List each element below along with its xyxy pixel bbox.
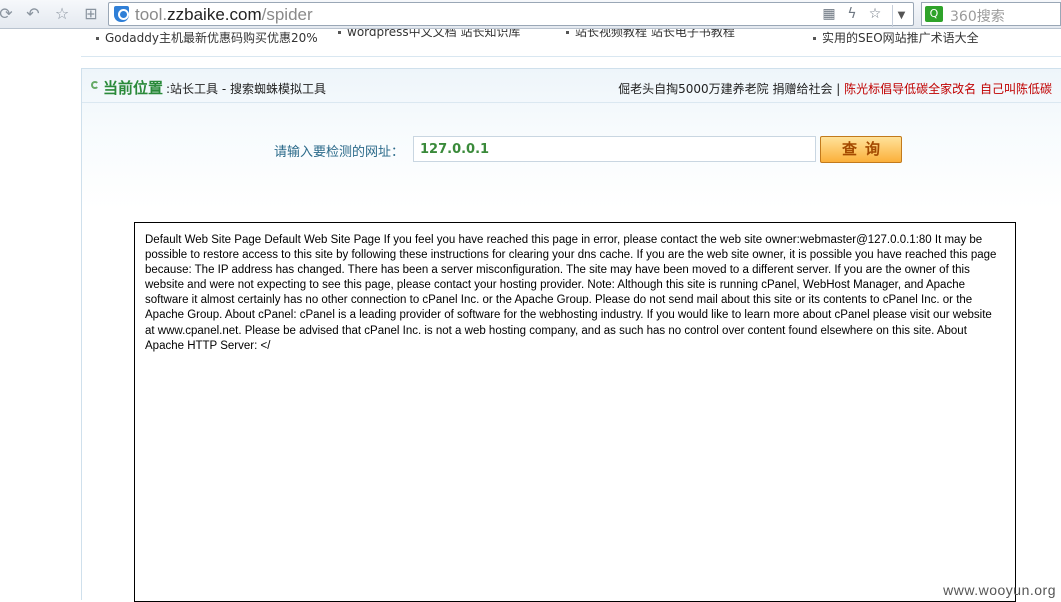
search-box[interactable]: Q 360搜索 [921, 2, 1061, 26]
chevron-down-icon[interactable]: ▼ [892, 5, 910, 27]
search-input[interactable]: 360搜索 [950, 6, 1005, 26]
left-margin [0, 29, 81, 600]
url-input[interactable] [413, 136, 816, 162]
qrcode-icon[interactable]: ▦ [820, 5, 838, 23]
top-links-row: Godaddy主机最新优惠码购买优惠20% wordpress中文文档 站长知识… [81, 29, 1061, 57]
address-bar[interactable]: tool.zzbaike.com/spider ▦ ϟ ☆ ▼ [108, 2, 914, 26]
url-text[interactable]: tool.zzbaike.com/spider [135, 5, 313, 25]
undo-icon[interactable]: ↶ [23, 4, 43, 24]
tool-panel: 当前位置 :站长工具 - 搜索蜘蛛模拟工具 倔老头自掏5000万建养老院 捐赠给… [81, 68, 1061, 600]
ad-link[interactable]: 倔老头自掏5000万建养老院 捐赠给社会 | [618, 82, 844, 96]
top-link-1[interactable]: Godaddy主机最新优惠码购买优惠20% [96, 29, 318, 46]
location-icon [91, 81, 99, 89]
grid-icon[interactable]: ⊞ [81, 4, 101, 24]
breadcrumb: 当前位置 :站长工具 - 搜索蜘蛛模拟工具 倔老头自掏5000万建养老院 捐赠给… [82, 69, 1061, 103]
top-link-4[interactable]: 实用的SEO网站推广术语大全 [813, 29, 979, 46]
url-input-label: 请输入要检测的网址： [274, 141, 404, 160]
lightning-icon[interactable]: ϟ [843, 5, 861, 23]
ad-link-red[interactable]: 陈光标倡导低碳全家改名 自己叫陈低碳 [844, 82, 1052, 96]
browser-toolbar: ⟳ ↶ ☆ ⊞ tool.zzbaike.com/spider ▦ ϟ ☆ ▼ … [0, 0, 1061, 29]
search-logo-icon: Q [925, 6, 943, 22]
refresh-icon[interactable]: ⟳ [0, 4, 16, 24]
result-box[interactable]: Default Web Site Page Default Web Site P… [134, 222, 1016, 602]
top-link-3[interactable]: 站长视频教程 站长电子书教程 [566, 29, 735, 40]
result-text: Default Web Site Page Default Web Site P… [145, 233, 1003, 354]
breadcrumb-heading: 当前位置 [103, 77, 163, 98]
breadcrumb-path[interactable]: :站长工具 - 搜索蜘蛛模拟工具 [166, 80, 326, 97]
query-button[interactable]: 查询 [820, 136, 902, 163]
star-icon[interactable]: ☆ [52, 4, 72, 24]
watermark: www.wooyun.org [943, 582, 1056, 598]
breadcrumb-ads[interactable]: 倔老头自掏5000万建养老院 捐赠给社会 | 陈光标倡导低碳全家改名 自己叫陈低… [618, 80, 1052, 97]
shield-icon [114, 6, 129, 22]
top-link-2[interactable]: wordpress中文文档 站长知识库 [338, 29, 521, 40]
bookmark-star-icon[interactable]: ☆ [866, 5, 884, 23]
